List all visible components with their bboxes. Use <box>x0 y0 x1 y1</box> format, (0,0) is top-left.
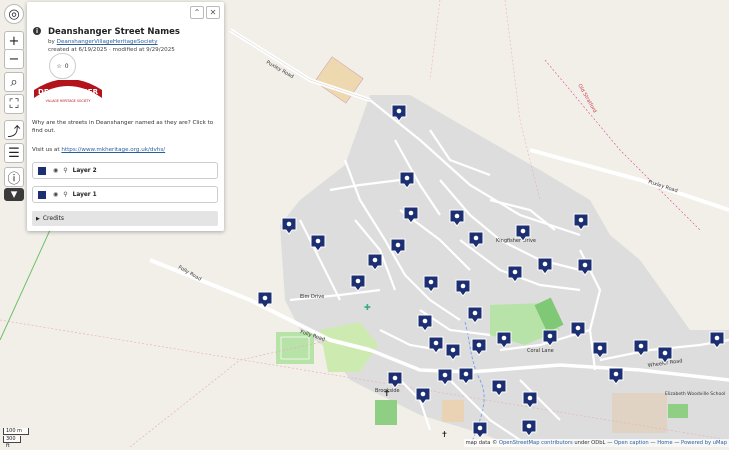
label-coral-lane: Coral Lane <box>527 348 554 354</box>
zoom-in-button[interactable]: + <box>4 31 24 51</box>
star-button[interactable]: ☆ 0 <box>49 53 76 79</box>
by-prefix: by <box>48 39 55 45</box>
label-kingfisher: Kingfisher Drive <box>496 238 536 244</box>
layer-swatch <box>38 190 46 199</box>
churchyard <box>375 400 397 425</box>
label-elm-drive: Elm Drive <box>300 294 324 300</box>
layer-label: Layer 1 <box>72 191 97 198</box>
more-controls-icon[interactable]: ▾ <box>4 187 24 202</box>
layers-icon[interactable]: ☰ <box>4 143 24 163</box>
sand-area <box>442 400 464 422</box>
layer-row-2[interactable]: ◉ ⚲ Layer 2 <box>32 162 218 179</box>
close-icon[interactable]: ✕ <box>206 6 220 19</box>
map-title: Deanshanger Street Names <box>48 27 180 37</box>
plus-icon: ✚ <box>364 303 371 312</box>
star-count: 0 <box>64 62 69 70</box>
logo-text: DEANSHANGER <box>38 88 99 96</box>
credits-label: Credits <box>42 215 65 222</box>
layer-swatch <box>38 166 46 175</box>
logo-subtext: VILLAGE HERITAGE SOCIETY <box>46 99 91 103</box>
share-icon[interactable]: ⤴ <box>4 120 24 140</box>
map-attribution: map data © OpenStreetMap contributors un… <box>463 439 729 447</box>
search-icon[interactable]: ⌕ <box>4 72 24 92</box>
visit-line: Visit us at https://www.mkheritage.org.u… <box>32 147 165 153</box>
map-info-panel: ⌃ ✕ i Deanshanger Street Names by Deansh… <box>27 2 224 231</box>
eye-icon[interactable]: ◉ <box>53 167 58 174</box>
author-link[interactable]: DeanshangerVillageHeritageSociety <box>57 39 158 45</box>
fullscreen-icon[interactable]: ⛶ <box>4 94 24 114</box>
visit-link[interactable]: https://www.mkheritage.org.uk/dvhs/ <box>61 147 165 153</box>
home-link[interactable]: Home <box>657 440 672 446</box>
info-circle-icon: i <box>33 27 41 35</box>
osm-link[interactable]: OpenStreetMap contributors <box>499 440 573 446</box>
info-icon[interactable]: ⓘ <box>4 167 24 187</box>
credits-toggle[interactable]: ▶ Credits <box>32 211 218 226</box>
zoom-out-button[interactable]: − <box>4 49 24 69</box>
label-school: Elizabeth Woodville School <box>665 391 725 397</box>
dates-line: created at 6/19/2025 · modified at 9/29/… <box>48 47 175 53</box>
open-caption-link[interactable]: Open caption <box>614 440 649 446</box>
scale-metric: 100 m <box>3 428 29 435</box>
attrib-license: under ODbL <box>574 440 606 446</box>
attrib-prefix: map data © <box>465 440 498 446</box>
author-line: by DeanshangerVillageHeritageSociety <box>48 39 158 45</box>
school-grounds <box>612 393 667 433</box>
layer-label: Layer 2 <box>72 167 97 174</box>
star-icon: ☆ <box>56 62 62 70</box>
heritage-society-logo: DEANSHANGER VILLAGE HERITAGE SOCIETY <box>34 80 102 103</box>
church-icon: ✝ <box>383 389 391 399</box>
expand-triangle-icon: ▶ <box>36 215 40 222</box>
eye-icon[interactable]: ◉ <box>53 191 58 198</box>
powered-link[interactable]: Powered by uMap <box>681 440 727 446</box>
zoom-to-icon[interactable]: ⚲ <box>63 191 67 198</box>
collapse-icon[interactable]: ⌃ <box>190 6 204 19</box>
map-description: Why are the streets in Deanshanger named… <box>32 120 214 134</box>
visit-prefix: Visit us at <box>32 147 60 153</box>
school-field <box>668 404 688 418</box>
zoom-to-icon[interactable]: ⚲ <box>63 167 67 174</box>
layer-row-1[interactable]: ◉ ⚲ Layer 1 <box>32 186 218 203</box>
scale-imperial: 300 ft <box>3 436 21 449</box>
umap-logo-icon[interactable]: ◎ <box>4 4 24 24</box>
church-icon-2: ✝ <box>441 430 448 439</box>
